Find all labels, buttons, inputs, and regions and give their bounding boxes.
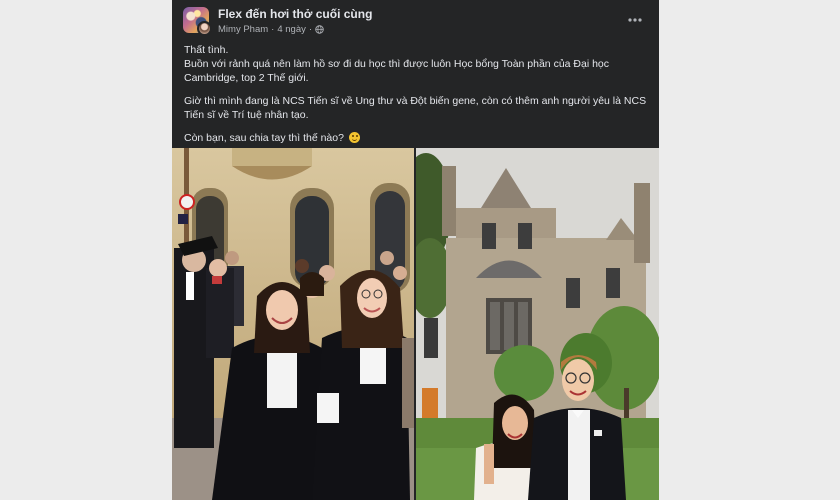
graduation-procession-photo[interactable] <box>172 148 414 500</box>
post-time-link[interactable]: 4 ngày <box>277 24 306 35</box>
group-name-link[interactable]: Flex đến hơi thở cuối cùng <box>218 7 372 21</box>
meta-separator: · <box>308 24 313 35</box>
more-options-icon[interactable] <box>625 12 645 26</box>
couple-illustration <box>416 148 659 500</box>
post-text-line: Buồn với rảnh quá nên làm hồ sơ đi du họ… <box>184 58 610 84</box>
post-text-paragraph: Còn bạn, sau chia tay thì thế nào? <box>184 131 649 145</box>
post-card: Flex đến hơi thở cuối cùng Mimy Pham · 4… <box>172 0 659 500</box>
page-background-right <box>658 0 840 500</box>
author-name-link[interactable]: Mimy Pham <box>218 24 268 35</box>
post-photos <box>172 148 659 500</box>
smiling-face-emoji <box>348 132 360 143</box>
post-text: Thất tình. Buồn với rảnh quá nên làm hồ … <box>184 43 649 154</box>
post-text-question: Còn bạn, sau chia tay thì thế nào? <box>184 132 344 144</box>
post-header: Flex đến hơi thở cuối cùng Mimy Pham · 4… <box>172 0 659 40</box>
page-background-left <box>0 0 172 500</box>
post-meta: Mimy Pham · 4 ngày · <box>218 24 324 35</box>
avatar[interactable] <box>183 7 212 36</box>
globe-icon <box>315 25 324 34</box>
graduation-procession-illustration <box>172 148 414 500</box>
couple-in-front-of-college-photo[interactable] <box>416 148 659 500</box>
author-avatar[interactable] <box>197 21 212 36</box>
meta-separator: · <box>271 24 275 35</box>
post-text-paragraph: Giờ thì mình đang là NCS Tiến sĩ về Ung … <box>184 95 647 121</box>
post-text-line: Thất tình. <box>184 44 229 56</box>
